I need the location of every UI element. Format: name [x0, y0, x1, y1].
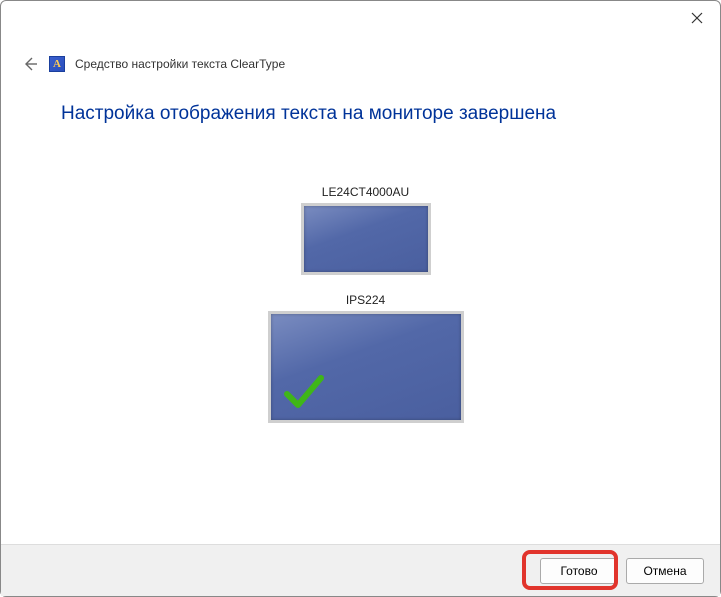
- done-button[interactable]: Готово: [540, 558, 618, 584]
- arrow-left-icon: [22, 56, 38, 72]
- monitor-preview[interactable]: [268, 311, 464, 423]
- footer-bar: Готово Отмена: [1, 544, 720, 596]
- back-button[interactable]: [21, 55, 39, 73]
- content-area: Настройка отображения текста на мониторе…: [1, 73, 720, 544]
- monitor-label: IPS224: [346, 293, 385, 307]
- page-heading: Настройка отображения текста на мониторе…: [61, 103, 670, 125]
- app-icon: A: [49, 56, 65, 72]
- monitor-item: LE24CT4000AU: [301, 185, 431, 275]
- monitor-label: LE24CT4000AU: [322, 185, 409, 199]
- header-row: A Средство настройки текста ClearType: [1, 41, 720, 73]
- checkmark-icon: [281, 370, 325, 414]
- close-icon: [691, 12, 703, 24]
- cancel-button[interactable]: Отмена: [626, 558, 704, 584]
- close-button[interactable]: [690, 11, 704, 25]
- monitors-list: LE24CT4000AU IPS224: [61, 185, 670, 423]
- monitor-preview[interactable]: [301, 203, 431, 275]
- monitor-item: IPS224: [268, 293, 464, 423]
- window-title: Средство настройки текста ClearType: [75, 57, 285, 71]
